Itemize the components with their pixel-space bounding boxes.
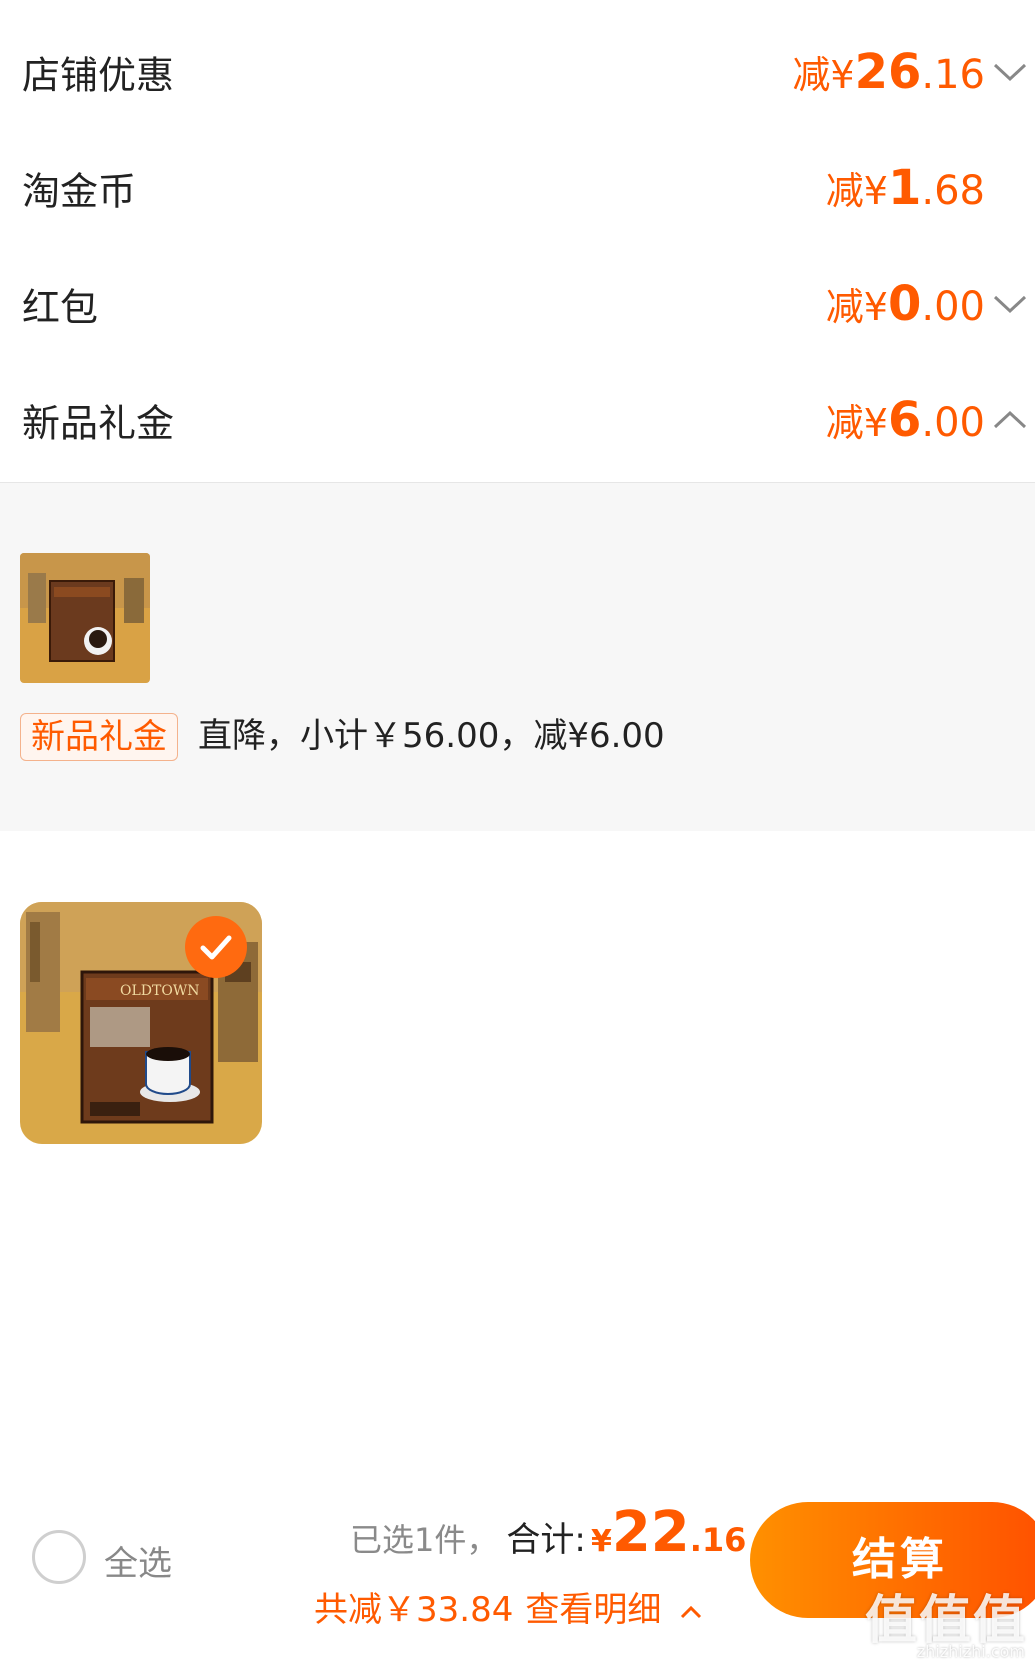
view-detail-link[interactable]: 查看明细 [525, 1590, 661, 1630]
discount-label: 新品礼金 [22, 401, 175, 446]
select-all-label[interactable]: 全选 [104, 1536, 172, 1585]
discount-amount: 减¥26.16 [792, 44, 985, 100]
gift-description: 直降，小计￥56.00，减¥6.00 [198, 716, 665, 756]
discount-amount: 减¥0.00 [825, 276, 985, 332]
discount-label: 淘金币 [22, 169, 137, 214]
saved-line[interactable]: 共减￥33.84 查看明细 [314, 1582, 704, 1631]
chevron-down-icon[interactable] [991, 291, 1029, 317]
discount-label: 红包 [22, 285, 99, 330]
new-product-gift-panel: 新品礼金 直降，小计￥56.00，减¥6.00 [0, 482, 1035, 831]
discount-amount: 减¥6.00 [825, 392, 985, 448]
chevron-up-icon [681, 1605, 702, 1618]
discount-amount: 减¥1.68 [825, 160, 985, 216]
checkout-bar: 全选 已选1件， 合计: ¥22.16 共减￥33.84 查看明细 结算 值值值 z… [0, 1480, 1035, 1661]
product-selected-check[interactable] [185, 916, 247, 978]
gift-tag: 新品礼金 [20, 713, 178, 761]
total-label: 合计: [506, 1520, 586, 1560]
saved-amount: 共减￥33.84 [314, 1590, 514, 1630]
check-icon [200, 935, 232, 960]
discount-row-newproduct[interactable]: 新品礼金 减¥6.00 [0, 362, 1035, 478]
discount-row-shop[interactable]: 店铺优惠 减¥26.16 [0, 14, 1035, 130]
discount-row-redpacket[interactable]: 红包 减¥0.00 [0, 246, 1035, 362]
product-thumbnail [20, 553, 150, 683]
selected-count: 已选1件， [350, 1521, 499, 1559]
total-amount: ¥22.16 [590, 1500, 747, 1565]
total-summary: 已选1件， 合计: ¥22.16 [350, 1500, 746, 1565]
product-brand: OLDTOWN [120, 983, 199, 999]
chevron-down-icon[interactable] [991, 59, 1029, 85]
discount-row-coins: 淘金币 减¥1.68 [0, 130, 1035, 246]
chevron-up-icon[interactable] [991, 407, 1029, 433]
watermark-url: zhizhizhi.com [916, 1642, 1025, 1661]
discount-label: 店铺优惠 [22, 53, 175, 98]
radio-unchecked-icon[interactable] [32, 1530, 86, 1584]
